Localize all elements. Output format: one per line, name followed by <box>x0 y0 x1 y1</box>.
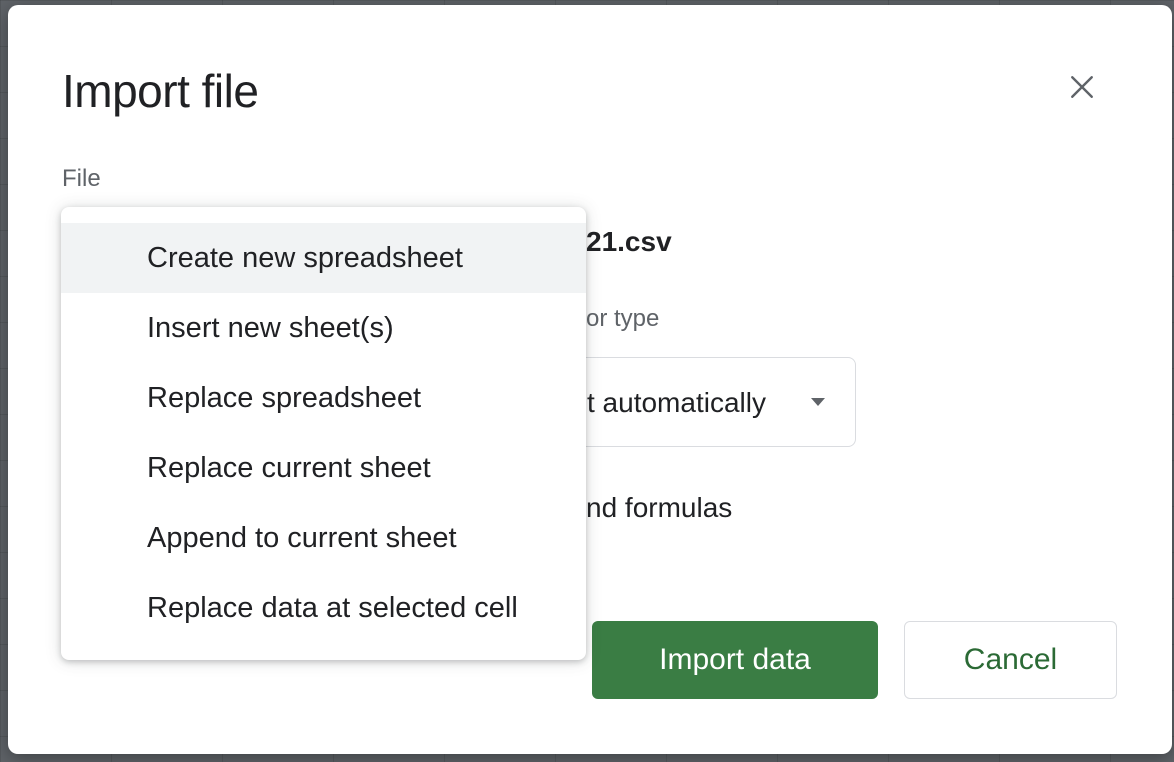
menu-item-create-new-spreadsheet[interactable]: Create new spreadsheet <box>61 223 586 293</box>
menu-item-replace-current-sheet[interactable]: Replace current sheet <box>61 433 586 503</box>
close-icon <box>1071 76 1093 98</box>
cancel-button[interactable]: Cancel <box>904 621 1117 699</box>
menu-item-append-to-current-sheet[interactable]: Append to current sheet <box>61 503 586 573</box>
separator-type-value: t automatically <box>587 387 766 418</box>
close-button[interactable] <box>1058 63 1106 111</box>
menu-item-replace-data-at-selected-cell[interactable]: Replace data at selected cell <box>61 573 586 643</box>
separator-type-label: or type <box>586 305 660 332</box>
menu-item-replace-spreadsheet[interactable]: Replace spreadsheet <box>61 363 586 433</box>
dialog-title: Import file <box>62 65 259 117</box>
import-location-menu: Create new spreadsheet Insert new sheet(… <box>61 207 586 660</box>
convert-text-label: nd formulas <box>586 492 733 523</box>
import-data-button[interactable]: Import data <box>592 621 878 699</box>
file-name: 21.csv <box>586 226 672 257</box>
menu-item-insert-new-sheets[interactable]: Insert new sheet(s) <box>61 293 586 363</box>
arrow-drop-down-icon <box>811 398 825 406</box>
file-label: File <box>62 165 101 192</box>
